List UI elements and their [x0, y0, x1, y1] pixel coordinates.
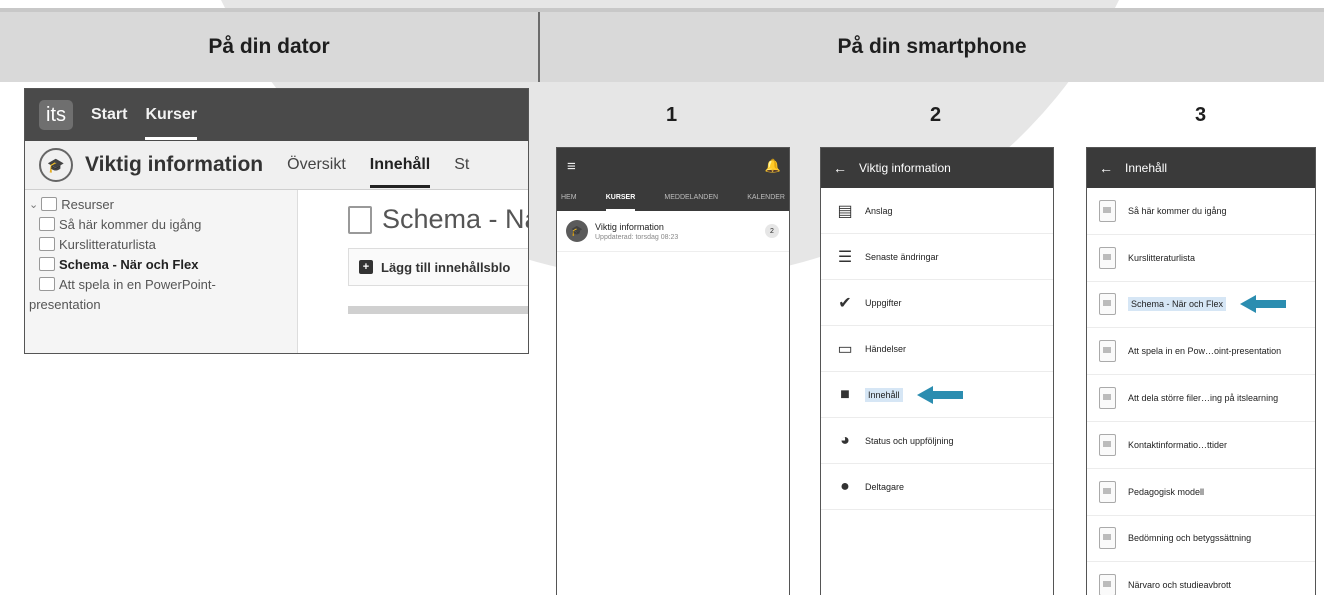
menu-item-innehall[interactable]: ■ Innehåll — [821, 372, 1053, 418]
document-icon — [1099, 387, 1116, 410]
phone3-topbar: ← Innehåll — [1087, 148, 1315, 188]
document-icon — [1099, 199, 1116, 222]
tree-item-selected[interactable]: Schema - När och Flex — [25, 254, 297, 274]
document-icon — [1099, 574, 1116, 595]
content-item[interactable]: Pedagogisk modell — [1087, 469, 1315, 516]
highlighted-label: Innehåll — [865, 387, 903, 402]
checkmark-icon: ✔ — [838, 294, 852, 312]
header-desktop: På din dator — [0, 12, 538, 82]
document-icon — [39, 257, 55, 271]
person-icon: ● — [840, 477, 850, 495]
folder-icon — [41, 197, 58, 211]
hamburger-menu-icon[interactable]: ≡ — [567, 158, 576, 175]
content-item[interactable]: Kurslitteraturlista — [1087, 235, 1315, 282]
content-item[interactable]: Så här kommer du igång — [1087, 188, 1315, 235]
phone1-topbar: ≡ 🔔 — [557, 148, 789, 185]
nav-kurser[interactable]: Kurser — [145, 106, 197, 140]
tab-meddelanden[interactable]: MEDDELANDEN — [664, 185, 718, 211]
pointer-arrow-icon — [1240, 295, 1287, 314]
tab-kurser[interactable]: KURSER — [605, 185, 636, 211]
page-title: Schema - Nä — [348, 204, 528, 235]
menu-item-uppgifter[interactable]: ✔ Uppgifter — [821, 280, 1053, 326]
graduation-cap-icon: 🎓 — [39, 148, 73, 182]
content-item[interactable]: Kontaktinformatio…ttider — [1087, 422, 1315, 469]
nav-start[interactable]: Start — [91, 106, 127, 124]
document-icon — [39, 217, 55, 231]
pie-chart-icon: ◕ — [840, 431, 850, 449]
document-icon — [1099, 340, 1116, 363]
resource-tree: ⌄ Resurser Så här kommer du igång Kursli… — [25, 190, 298, 353]
menu-item-handelser[interactable]: ▭ Händelser — [821, 326, 1053, 372]
document-icon — [39, 237, 55, 251]
phone3-title: Innehåll — [1125, 161, 1168, 175]
document-icon — [1099, 433, 1116, 456]
menu-item-deltagare[interactable]: ● Deltagare — [821, 464, 1053, 510]
phone2-title: Viktig information — [859, 161, 951, 175]
desktop-topbar: its Start Kurser — [25, 89, 528, 141]
menu-item-senaste-andringar[interactable]: ☰ Senaste ändringar — [821, 234, 1053, 280]
course-list-item[interactable]: 🎓 Viktig information Uppdaterad: torsdag… — [557, 211, 789, 252]
phone1-tabs: HEM KURSER MEDDELANDEN KALENDER — [557, 185, 789, 211]
add-content-block-button[interactable]: + Lägg till innehållsblo — [348, 248, 528, 286]
folder-icon: ■ — [840, 385, 850, 403]
content-item-highlighted[interactable]: Schema - När och Flex — [1087, 282, 1315, 329]
back-arrow-icon[interactable]: ← — [833, 160, 847, 176]
course-item-updated: Uppdaterad: torsdag 08:23 — [595, 233, 679, 241]
phone-screen-1: ≡ 🔔 HEM KURSER MEDDELANDEN KALENDER 🎓 Vi… — [556, 147, 790, 595]
back-arrow-icon[interactable]: ← — [1099, 160, 1113, 176]
phone-screen-2: ← Viktig information ▤ Anslag ☰ Senaste än… — [820, 147, 1054, 595]
tab-oversikt[interactable]: Översikt — [287, 156, 346, 174]
tab-kalender[interactable]: KALENDER — [747, 185, 785, 211]
content-item[interactable]: Närvaro och studieavbrott — [1087, 562, 1315, 595]
count-badge: 2 — [765, 224, 779, 238]
bell-icon[interactable]: 🔔 — [765, 158, 781, 174]
document-icon — [1099, 527, 1116, 550]
step-number-1: 1 — [666, 104, 678, 126]
tree-item[interactable]: Att spela in en PowerPoint- — [25, 274, 297, 294]
highlighted-label: Schema - När och Flex — [1128, 297, 1227, 312]
step-number-2: 2 — [930, 104, 942, 126]
step-number-3: 3 — [1195, 104, 1207, 126]
phone-screen-3: ← Innehåll Så här kommer du igång Kursli… — [1086, 147, 1316, 595]
document-icon — [348, 205, 372, 234]
phone2-topbar: ← Viktig information — [821, 148, 1053, 188]
content-area: Schema - Nä + Lägg till innehållsblo — [298, 190, 528, 353]
pointer-arrow-icon — [916, 385, 963, 404]
document-icon — [1099, 293, 1116, 316]
calendar-icon: ▭ — [837, 340, 853, 358]
tree-item[interactable]: Så här kommer du igång — [25, 214, 297, 234]
content-item[interactable]: Bedömning och betygssättning — [1087, 516, 1315, 563]
plus-icon: + — [359, 260, 373, 274]
tree-item-continued[interactable]: presentation — [25, 294, 297, 314]
chevron-down-icon: ⌄ — [29, 198, 39, 211]
its-logo[interactable]: its — [39, 100, 73, 130]
course-item-title: Viktig information — [595, 221, 664, 232]
document-icon — [39, 277, 55, 291]
content-item[interactable]: Att dela större filer…ing på itslearning — [1087, 375, 1315, 422]
tab-status[interactable]: St — [454, 156, 469, 174]
content-item[interactable]: Att spela in en Pow…oint-presentation — [1087, 328, 1315, 376]
menu-item-anslag[interactable]: ▤ Anslag — [821, 188, 1053, 234]
content-placeholder-bar — [348, 306, 528, 314]
course-title: Viktig information — [85, 153, 264, 176]
course-header: 🎓 Viktig information Översikt Innehåll S… — [25, 141, 528, 190]
tree-folder-resurser[interactable]: ⌄ Resurser — [25, 194, 297, 214]
tab-hem[interactable]: HEM — [561, 185, 577, 211]
menu-item-status[interactable]: ◕ Status och uppföljning — [821, 418, 1053, 464]
document-icon — [1099, 246, 1116, 269]
bulletin-icon: ▤ — [837, 202, 853, 220]
document-icon — [1099, 480, 1116, 503]
list-icon: ☰ — [837, 248, 853, 266]
graduation-cap-icon: 🎓 — [566, 220, 588, 242]
tree-item[interactable]: Kurslitteraturlista — [25, 234, 297, 254]
header-smartphone: På din smartphone — [540, 12, 1324, 82]
desktop-screenshot: its Start Kurser 🎓 Viktig information Öv… — [24, 88, 529, 354]
tab-innehall[interactable]: Innehåll — [369, 156, 431, 188]
